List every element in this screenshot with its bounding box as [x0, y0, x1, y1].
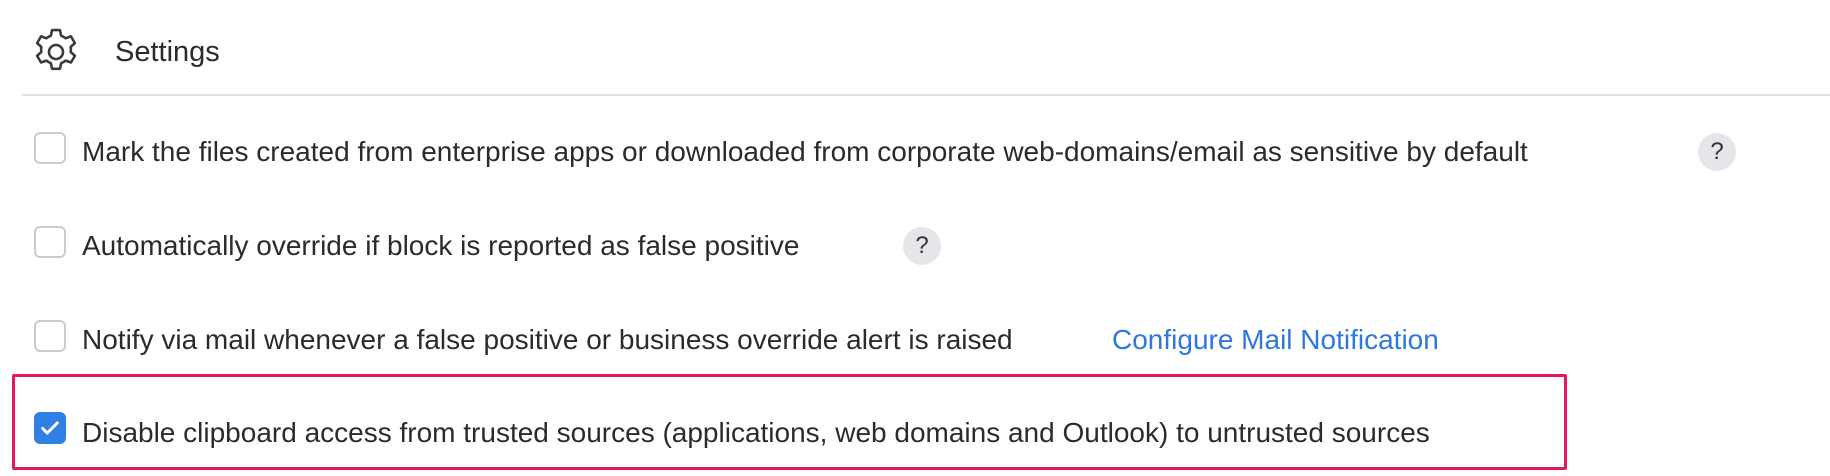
- page-title: Settings: [115, 36, 220, 68]
- auto-override-checkbox[interactable]: [34, 226, 66, 258]
- help-icon[interactable]: ?: [903, 227, 941, 265]
- option-label: Automatically override if block is repor…: [82, 230, 800, 261]
- sensitive-files-checkbox[interactable]: [34, 132, 66, 164]
- notify-mail-checkbox[interactable]: [34, 320, 66, 352]
- disable-clipboard-checkbox[interactable]: [34, 412, 66, 444]
- gear-icon: [28, 24, 84, 80]
- configure-mail-notification-link[interactable]: Configure Mail Notification: [1112, 322, 1439, 358]
- option-label: Mark the files created from enterprise a…: [82, 136, 1528, 167]
- header-divider: [22, 94, 1830, 96]
- checkmark-icon: [41, 421, 59, 435]
- option-label: Notify via mail whenever a false positiv…: [82, 324, 1013, 355]
- option-label: Disable clipboard access from trusted so…: [82, 417, 1430, 448]
- help-icon[interactable]: ?: [1698, 133, 1736, 171]
- settings-header: Settings: [0, 0, 1830, 96]
